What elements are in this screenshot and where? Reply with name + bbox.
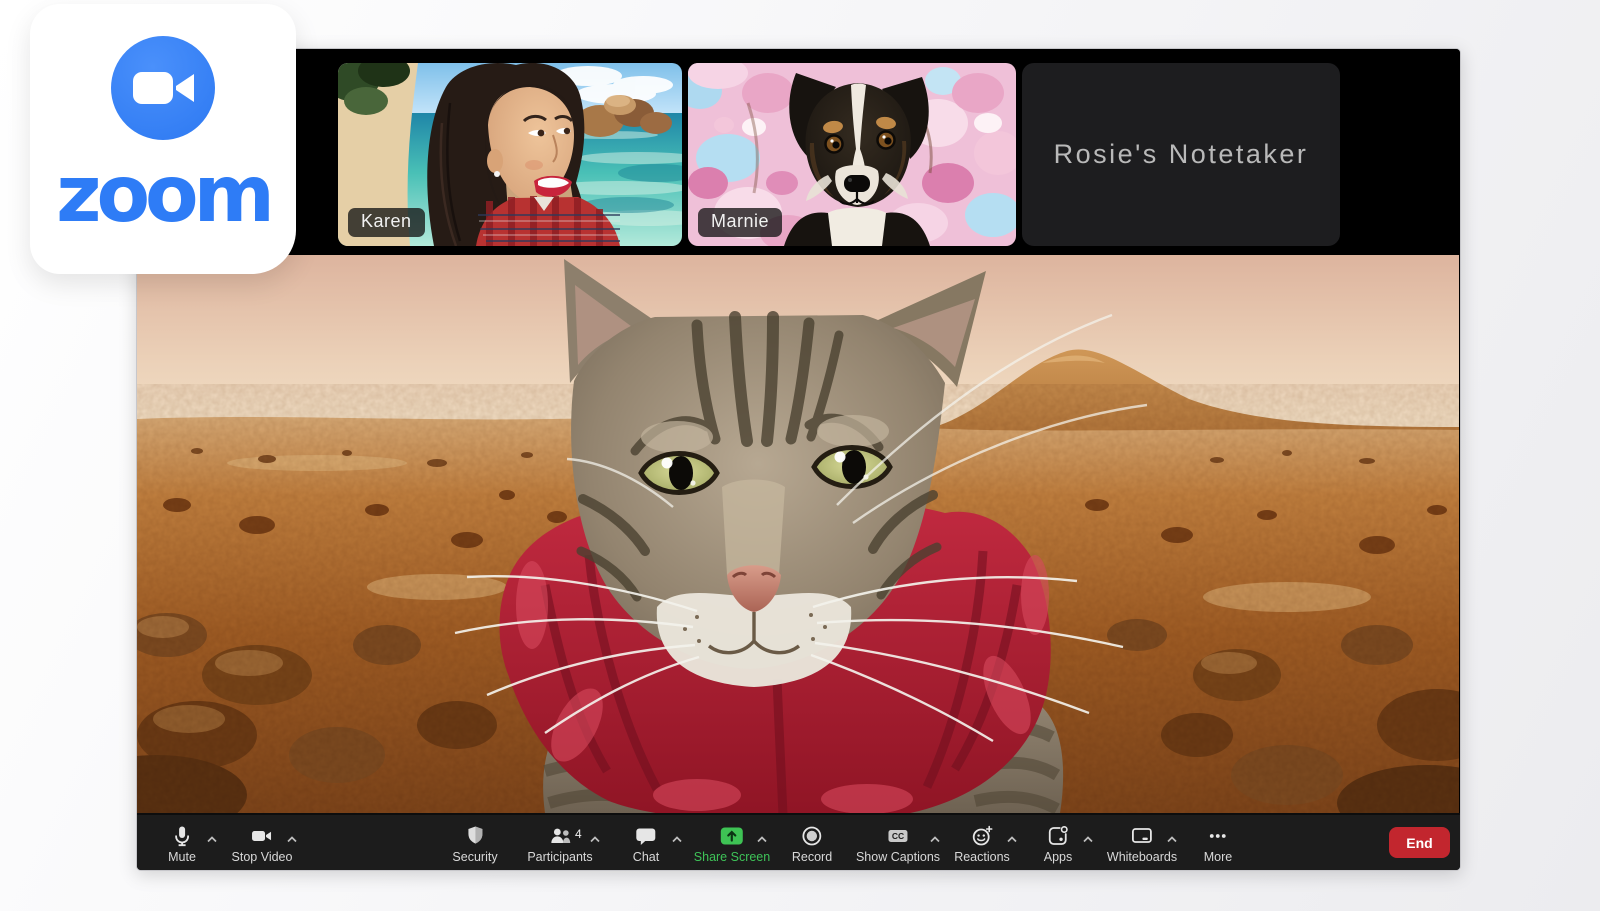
participants-button[interactable]: 4 Participants (527, 823, 592, 864)
closed-captions-icon: CC (886, 823, 910, 848)
show-captions-button[interactable]: CC Show Captions (856, 823, 940, 864)
whiteboards-chevron-up-icon[interactable] (1166, 831, 1178, 849)
share-screen-icon (719, 823, 745, 848)
share-screen-chevron-up-icon[interactable] (756, 831, 768, 849)
more-dots-icon (1206, 823, 1230, 848)
reactions-label: Reactions (954, 851, 1010, 864)
security-button[interactable]: Security (452, 823, 497, 864)
reactions-chevron-up-icon[interactable] (1006, 831, 1018, 849)
whiteboards-label: Whiteboards (1107, 851, 1177, 864)
stop-video-chevron-up-icon[interactable] (286, 831, 298, 849)
record-label: Record (792, 851, 832, 864)
participants-filmstrip: Karen (137, 49, 1460, 255)
apps-button[interactable]: Apps (1044, 823, 1073, 864)
participants-label: Participants (527, 851, 592, 864)
chat-bubble-icon (634, 823, 658, 848)
record-button[interactable]: Record (792, 823, 832, 864)
meeting-toolbar: Mute Stop Video Security 4 Participant (137, 813, 1460, 871)
stop-video-label: Stop Video (232, 851, 293, 864)
participant-name-badge: Marnie (698, 208, 782, 237)
reactions-smiley-icon (970, 823, 994, 848)
whiteboard-icon (1130, 823, 1154, 848)
chat-chevron-up-icon[interactable] (671, 831, 683, 849)
cat-on-mars-scene (137, 255, 1459, 813)
apps-icon (1046, 823, 1070, 848)
main-video-tile[interactable] (137, 255, 1459, 813)
apps-chevron-up-icon[interactable] (1082, 831, 1094, 849)
participant-tile-karen[interactable]: Karen (338, 63, 682, 246)
apps-label: Apps (1044, 851, 1073, 864)
participant-display-name: Rosie's Notetaker (1054, 139, 1309, 170)
participants-chevron-up-icon[interactable] (589, 831, 601, 849)
shield-icon (463, 823, 487, 848)
end-meeting-button[interactable]: End (1389, 827, 1450, 858)
more-button[interactable]: More (1204, 823, 1232, 864)
microphone-icon (170, 823, 194, 848)
video-camera-icon (250, 823, 274, 848)
chat-button[interactable]: Chat (633, 823, 659, 864)
participants-count-badge: 4 (575, 827, 582, 841)
participants-icon: 4 (547, 823, 573, 848)
share-screen-label: Share Screen (694, 851, 770, 864)
mute-chevron-up-icon[interactable] (206, 831, 218, 849)
zoom-logo-card: zoom (30, 4, 296, 274)
stop-video-button[interactable]: Stop Video (232, 823, 293, 864)
show-captions-label: Show Captions (856, 851, 940, 864)
show-captions-chevron-up-icon[interactable] (929, 831, 941, 849)
more-label: More (1204, 851, 1232, 864)
participant-tile-marnie[interactable]: Marnie (688, 63, 1016, 246)
zoom-meeting-window: Karen (136, 48, 1461, 871)
zoom-camera-logo-icon (109, 34, 217, 147)
mute-label: Mute (168, 851, 196, 864)
mute-button[interactable]: Mute (168, 823, 196, 864)
reactions-button[interactable]: Reactions (954, 823, 1010, 864)
zoom-wordmark: zoom (56, 149, 270, 241)
svg-text:CC: CC (892, 830, 904, 840)
chat-label: Chat (633, 851, 659, 864)
security-label: Security (452, 851, 497, 864)
participant-name-badge: Karen (348, 208, 425, 237)
record-icon (800, 823, 824, 848)
participant-tile-rosies-notetaker[interactable]: Rosie's Notetaker (1022, 63, 1340, 246)
